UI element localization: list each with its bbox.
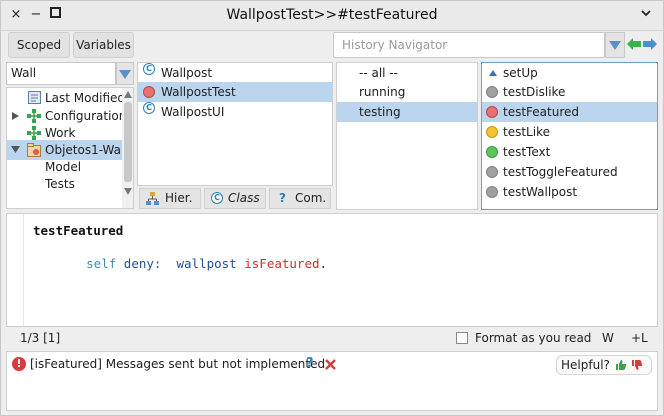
window-menu-icon[interactable]: [639, 7, 653, 23]
class-pane: C Wallpost WallpostTest C WallpostUI: [137, 62, 333, 186]
ban-critic-icon[interactable]: [325, 359, 336, 370]
method-pane: setUp testDislike testFeatured testLike …: [481, 62, 658, 210]
editor-status-bar: 1/3 [1] Format as you read W +L: [6, 327, 658, 349]
class-side-button[interactable]: C Class: [204, 188, 266, 209]
collapse-triangle-icon[interactable]: [11, 146, 20, 153]
title-bar: × − WallpostTest>>#testFeatured: [1, 1, 663, 31]
thumbs-down-icon[interactable]: [631, 359, 643, 371]
package-filter-input[interactable]: Wall: [6, 62, 116, 85]
critic-help-icon[interactable]: ?: [306, 355, 314, 373]
forward-arrow-icon[interactable]: [643, 38, 657, 50]
history-navigator-input[interactable]: History Navigator: [333, 32, 605, 58]
window-title: WallpostTest>>#testFeatured: [226, 7, 438, 23]
scoped-button[interactable]: Scoped: [8, 32, 70, 58]
line-numbers-toggle[interactable]: +L: [631, 327, 648, 349]
test-failed-icon[interactable]: [486, 106, 498, 118]
class-icon: C: [143, 102, 155, 114]
line-position-label: 1/3 [1]: [20, 331, 61, 345]
help-icon: ?: [279, 191, 286, 205]
variables-button[interactable]: Variables: [73, 32, 134, 58]
method-item-setup[interactable]: setUp: [482, 63, 657, 83]
chevron-down-icon: [119, 70, 131, 79]
critic-panel: ! [isFeatured] Messages sent but not imp…: [6, 351, 658, 411]
format-as-you-read-checkbox[interactable]: [456, 332, 468, 344]
class-item-wallpostui[interactable]: C WallpostUI: [138, 102, 332, 122]
scroll-up-icon[interactable]: [124, 91, 132, 98]
test-not-run-icon[interactable]: [486, 186, 498, 198]
hierarchy-icon: [146, 192, 159, 205]
test-not-run-icon[interactable]: [486, 86, 498, 98]
chevron-down-icon: [609, 41, 621, 50]
history-dropdown-button[interactable]: [605, 32, 625, 58]
class-item-wallpost[interactable]: C Wallpost: [138, 63, 332, 83]
package-group-icon: [27, 109, 41, 123]
error-icon: !: [12, 357, 26, 371]
protocol-item-running[interactable]: running: [337, 82, 477, 102]
system-browser-window: × − WallpostTest>>#testFeatured Scoped V…: [0, 0, 664, 416]
class-icon: C: [211, 192, 223, 204]
package-item-last-modified[interactable]: Last Modified: [7, 88, 133, 108]
method-item-testfeatured[interactable]: testFeatured: [482, 102, 657, 122]
override-arrow-icon: [489, 70, 497, 76]
test-not-run-icon[interactable]: [486, 166, 498, 178]
method-body: self deny: wallpost isFeatured.: [86, 256, 328, 271]
thumbs-up-icon[interactable]: [615, 359, 627, 371]
method-signature: testFeatured: [33, 223, 124, 238]
method-item-testdislike[interactable]: testDislike: [482, 82, 657, 102]
scroll-down-icon[interactable]: [124, 188, 132, 195]
package-group-icon: [27, 126, 41, 140]
editor-gutter: [23, 214, 24, 326]
class-item-wallposttest[interactable]: WallpostTest: [138, 82, 332, 102]
test-passed-icon[interactable]: [486, 146, 498, 158]
test-warning-icon[interactable]: [486, 126, 498, 138]
expand-triangle-icon[interactable]: [12, 112, 19, 120]
code-editor[interactable]: testFeatured self deny: wallpost isFeatu…: [6, 213, 658, 327]
package-tag-tests[interactable]: Tests: [7, 174, 133, 194]
helpful-box: Helpful?: [556, 355, 652, 375]
package-filter-dropdown[interactable]: [116, 62, 134, 85]
format-as-you-read-label: Format as you read: [475, 331, 592, 345]
protocol-item-testing[interactable]: testing: [337, 102, 477, 122]
helpful-label: Helpful?: [561, 358, 610, 372]
wrap-mode-toggle[interactable]: W: [602, 327, 614, 349]
comment-button[interactable]: ? Com.: [269, 188, 331, 209]
test-failed-icon: [143, 86, 155, 98]
history-icon: [28, 91, 41, 104]
package-icon: [27, 143, 41, 157]
method-item-testlike[interactable]: testLike: [482, 122, 657, 142]
method-item-testwallpost[interactable]: testWallpost: [482, 182, 657, 202]
scroll-thumb[interactable]: [124, 102, 132, 182]
class-icon: C: [143, 63, 155, 75]
package-pane: Last Modified Configurations Work Objeto…: [6, 87, 134, 209]
protocol-pane: -- all -- running testing: [336, 62, 478, 210]
back-arrow-icon[interactable]: [627, 38, 641, 50]
critic-message: [isFeatured] Messages sent but not imple…: [30, 357, 326, 371]
method-item-testtogglefeatured[interactable]: testToggleFeatured: [482, 162, 657, 182]
hierarchy-button[interactable]: Hier.: [139, 188, 201, 209]
method-item-testtext[interactable]: testText: [482, 142, 657, 162]
protocol-item-all[interactable]: -- all --: [337, 63, 477, 83]
package-scrollbar[interactable]: [122, 88, 133, 208]
